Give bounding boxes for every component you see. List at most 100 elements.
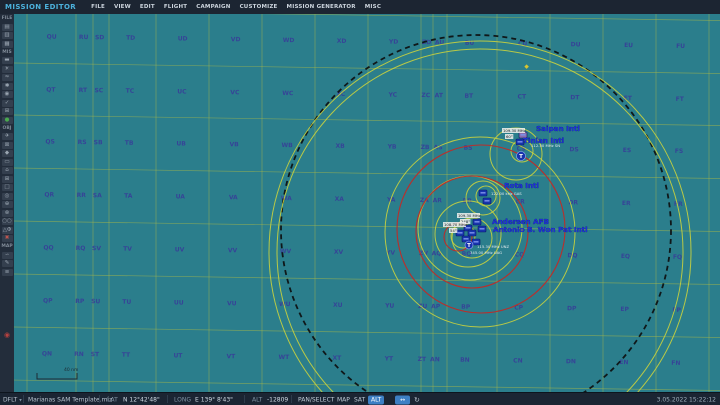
ruler-icon[interactable]: ↔ — [395, 395, 410, 404]
grid-cell-label: TD — [126, 35, 135, 42]
sidebar-section-file: FILE — [2, 16, 13, 22]
grid-cell-label: ZC — [421, 92, 430, 99]
options-icon[interactable]: ✱ — [2, 83, 13, 90]
weather-icon[interactable]: ☀ — [2, 66, 13, 73]
ship-icon[interactable]: ◆ — [2, 150, 13, 157]
layers-icon[interactable]: ≡ — [2, 269, 13, 276]
grid-cell-label: VC — [230, 89, 240, 96]
long-label: LONG — [174, 396, 191, 403]
ovals-icon[interactable]: ○○ — [2, 218, 13, 225]
grid-icon[interactable]: ⊞ — [2, 108, 13, 115]
divider — [23, 395, 24, 403]
grid-cell-label: AR — [433, 197, 443, 204]
farp-icon[interactable]: □ — [2, 184, 13, 191]
menu-item-edit[interactable]: EDIT — [140, 4, 155, 10]
grid-cell-label: XU — [333, 302, 343, 309]
grid-cell-label: XD — [337, 38, 347, 45]
grid-cell-label: DP — [567, 305, 577, 312]
save-mission-icon[interactable]: ▦ — [2, 41, 13, 48]
grid-cell-label: FR — [674, 201, 683, 208]
grid-cell-label: RT — [79, 87, 88, 94]
menu-item-view[interactable]: VIEW — [114, 4, 131, 10]
grid-cell-label: YC — [388, 92, 398, 99]
open-mission-icon[interactable]: ▥ — [2, 32, 13, 39]
static-object-icon[interactable]: ⌂ — [2, 167, 13, 174]
grid-cell-label: RP — [75, 298, 85, 305]
menu-item-file[interactable]: FILE — [91, 4, 105, 10]
map-layer-toggle[interactable]: MAP — [337, 396, 350, 403]
menu-item-mission-generator[interactable]: MISSION GENERATOR — [287, 4, 356, 10]
grid-cell-label: WV — [280, 248, 292, 255]
grid-cell-label: UT — [173, 352, 183, 359]
new-mission-icon[interactable]: ▤ — [2, 24, 13, 31]
menu-item-misc[interactable]: MISC — [365, 4, 381, 10]
divider — [244, 395, 245, 403]
unit-icon-detail — [481, 192, 486, 194]
unit-icon-detail — [480, 228, 485, 230]
lat-value: N 12°42'48" — [123, 396, 160, 403]
grid-cell-label: QR — [44, 191, 54, 198]
tacan-letter: T — [467, 243, 471, 249]
grid-cell-label: TT — [122, 352, 131, 359]
helicopter-icon[interactable]: ⊠ — [2, 142, 13, 149]
shapes-icon[interactable]: △Φ — [2, 227, 13, 234]
grid-cell-label: VT — [227, 353, 237, 360]
record-icon[interactable]: ◉ — [2, 332, 13, 339]
key-icon[interactable]: ∽ — [2, 252, 13, 259]
zone-icon[interactable]: ◎ — [2, 193, 13, 200]
unit-icon-detail — [485, 200, 490, 202]
grid-cell-label: SV — [92, 245, 101, 252]
draw-icon[interactable]: ✎ — [2, 260, 13, 267]
view-icon[interactable]: ◉ — [2, 91, 13, 98]
grid-line — [14, 168, 720, 179]
sat-layer-toggle[interactable]: SAT — [354, 396, 365, 403]
map-svg[interactable]: QURUSDTDUDVDWDXDYDZDAUBUCUDUEUFUQTRTSCTC… — [14, 14, 720, 392]
grid-cell-label: XV — [334, 249, 344, 256]
refresh-icon[interactable]: ↻ — [414, 396, 420, 404]
delete-icon[interactable]: ✖ — [2, 235, 13, 242]
grid-cell-label: XB — [335, 143, 345, 150]
grid-cell-label: DN — [566, 358, 576, 365]
map-scale-label: 40 nm — [64, 367, 78, 373]
airport-label[interactable]: Rota Intl — [504, 181, 539, 190]
grid-cell-label: UB — [176, 140, 186, 147]
airport-label[interactable]: Tinian Intl — [523, 136, 564, 145]
airport-label[interactable]: Antonio B. Won Pat Intl — [493, 225, 588, 234]
briefcase-icon[interactable]: ▬ — [2, 57, 13, 64]
terrain-icon[interactable]: ≈ — [2, 74, 13, 81]
grid-cell-label: WB — [281, 142, 293, 149]
layout-dropdown[interactable]: DFLT ▾ — [3, 396, 22, 403]
globe-icon[interactable]: ● — [2, 117, 13, 124]
circle-cross-icon[interactable]: ⊗ — [2, 210, 13, 217]
vehicle-icon[interactable]: ▭ — [2, 159, 13, 166]
menu-item-campaign[interactable]: CAMPAIGN — [196, 4, 230, 10]
grid-cell-label: RQ — [76, 245, 86, 252]
grid-line — [14, 380, 720, 391]
grid-cell-label: SC — [94, 87, 103, 94]
menu-item-flight[interactable]: FLIGHT — [164, 4, 187, 10]
grid-line — [14, 115, 720, 126]
weapons-icon[interactable]: ⊕ — [2, 201, 13, 208]
grid-cell-label: YD — [388, 39, 398, 46]
grid-cell-label: AN — [430, 356, 440, 363]
airplane-icon[interactable]: ✈ — [2, 133, 13, 140]
tacan-letter: T — [519, 154, 523, 160]
alt-layer-toggle[interactable]: ALT — [368, 395, 384, 404]
template-icon[interactable]: ⊞ — [2, 176, 13, 183]
menu-item-customize[interactable]: CUSTOMIZE — [240, 4, 278, 10]
divider — [167, 395, 168, 403]
checklist-icon[interactable]: ✓ — [2, 100, 13, 107]
grid-cell-label: FS — [675, 148, 684, 155]
grid-cell-label: TA — [124, 193, 133, 200]
grid-cell-label: YB — [387, 144, 397, 151]
grid-line — [14, 327, 720, 338]
lat-label: LAT — [107, 396, 118, 403]
pan-select-mode[interactable]: PAN/SELECT — [298, 396, 334, 403]
grid-cell-label: VU — [227, 300, 237, 307]
map-canvas[interactable]: QURUSDTDUDVDWDXDYDZDAUBUCUDUEUFUQTRTSCTC… — [14, 14, 720, 392]
map-marker-icon[interactable] — [524, 64, 529, 69]
beacon-frequency-label: 109.30 MHz — [458, 213, 481, 218]
alt-label: ALT — [252, 396, 262, 403]
airport-label[interactable]: Saipan Intl — [536, 124, 580, 133]
grid-cell-label: VA — [229, 194, 238, 201]
